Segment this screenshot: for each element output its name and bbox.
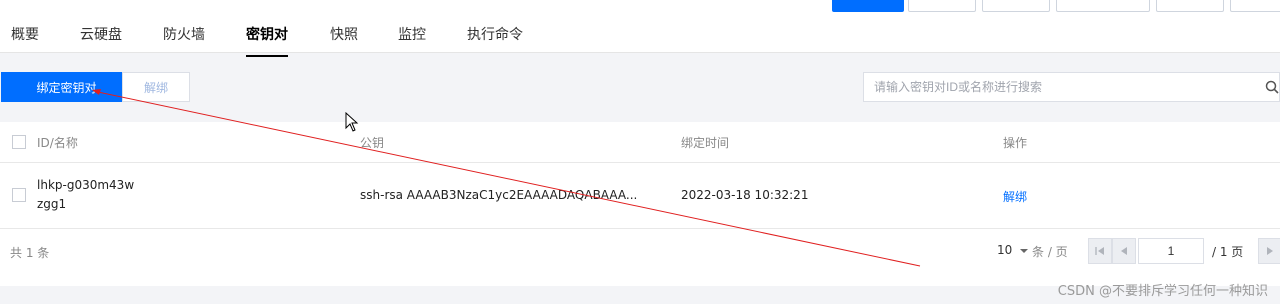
key-pair-table: ID/名称 公钥 绑定时间 操作 lhkp-g030m43w zgg1 ssh-… [0, 122, 1280, 286]
header-public-key: 公钥 [360, 136, 385, 150]
prev-page-icon [1121, 247, 1127, 255]
row-unbind-link[interactable]: 解绑 [1003, 188, 1027, 205]
tab-bar: 概要 云硬盘 防火墙 密钥对 快照 监控 执行命令 [0, 14, 1280, 57]
tab-key-pairs[interactable]: 密钥对 [246, 24, 288, 57]
page-size-value: 10 [997, 243, 1013, 257]
public-key-value: ssh-rsa AAAAB3NzaC1yc2EAAAADAQABAAA... [360, 188, 638, 202]
unbind-button[interactable]: 解绑 [122, 72, 190, 102]
header-bind-time: 绑定时间 [681, 136, 730, 150]
page-size-select[interactable]: 10 [997, 243, 1029, 257]
tab-firewall[interactable]: 防火墙 [163, 24, 205, 44]
header-actions: 操作 [1003, 136, 1028, 150]
prev-page-button[interactable] [1112, 238, 1136, 264]
key-pair-id: lhkp-g030m43w [37, 178, 135, 192]
first-page-icon [1095, 247, 1104, 255]
search-icon[interactable] [1265, 80, 1279, 94]
tab-run-command[interactable]: 执行命令 [467, 24, 523, 44]
watermark: CSDN @不要排斥学习任何一种知识 [1057, 284, 1268, 299]
tab-cloud-disk[interactable]: 云硬盘 [80, 24, 122, 44]
next-page-icon [1267, 247, 1273, 255]
top-primary-button[interactable] [832, 0, 904, 12]
total-pages: / 1 页 [1212, 245, 1244, 259]
first-page-button[interactable] [1088, 238, 1112, 264]
search-input[interactable] [864, 73, 1264, 101]
mouse-cursor-icon [345, 112, 359, 132]
top-button-2[interactable] [908, 0, 976, 12]
top-button-5[interactable] [1156, 0, 1224, 12]
bind-time-value: 2022-03-18 10:32:21 [681, 188, 809, 202]
row-checkbox[interactable] [12, 188, 26, 202]
top-button-3[interactable] [982, 0, 1050, 12]
top-button-4[interactable] [1056, 0, 1150, 12]
tab-overview[interactable]: 概要 [11, 24, 39, 44]
select-all-checkbox[interactable] [12, 135, 26, 149]
current-page-input[interactable] [1138, 238, 1204, 264]
tab-snapshots[interactable]: 快照 [330, 24, 358, 44]
next-page-button[interactable] [1258, 238, 1280, 264]
top-button-6[interactable] [1230, 0, 1280, 12]
chevron-down-icon [1020, 248, 1029, 253]
tab-monitoring[interactable]: 监控 [398, 24, 426, 44]
row-divider [0, 228, 1280, 229]
total-count: 共 1 条 [10, 246, 50, 260]
page-size-unit: 条 / 页 [1032, 245, 1068, 259]
bind-key-pair-button[interactable]: 绑定密钥对 [1, 72, 132, 102]
header-id-name: ID/名称 [37, 136, 78, 150]
search-box [863, 72, 1280, 102]
key-pair-name: zgg1 [37, 197, 67, 211]
header-divider [0, 162, 1280, 163]
top-action-bar [0, 0, 1280, 14]
